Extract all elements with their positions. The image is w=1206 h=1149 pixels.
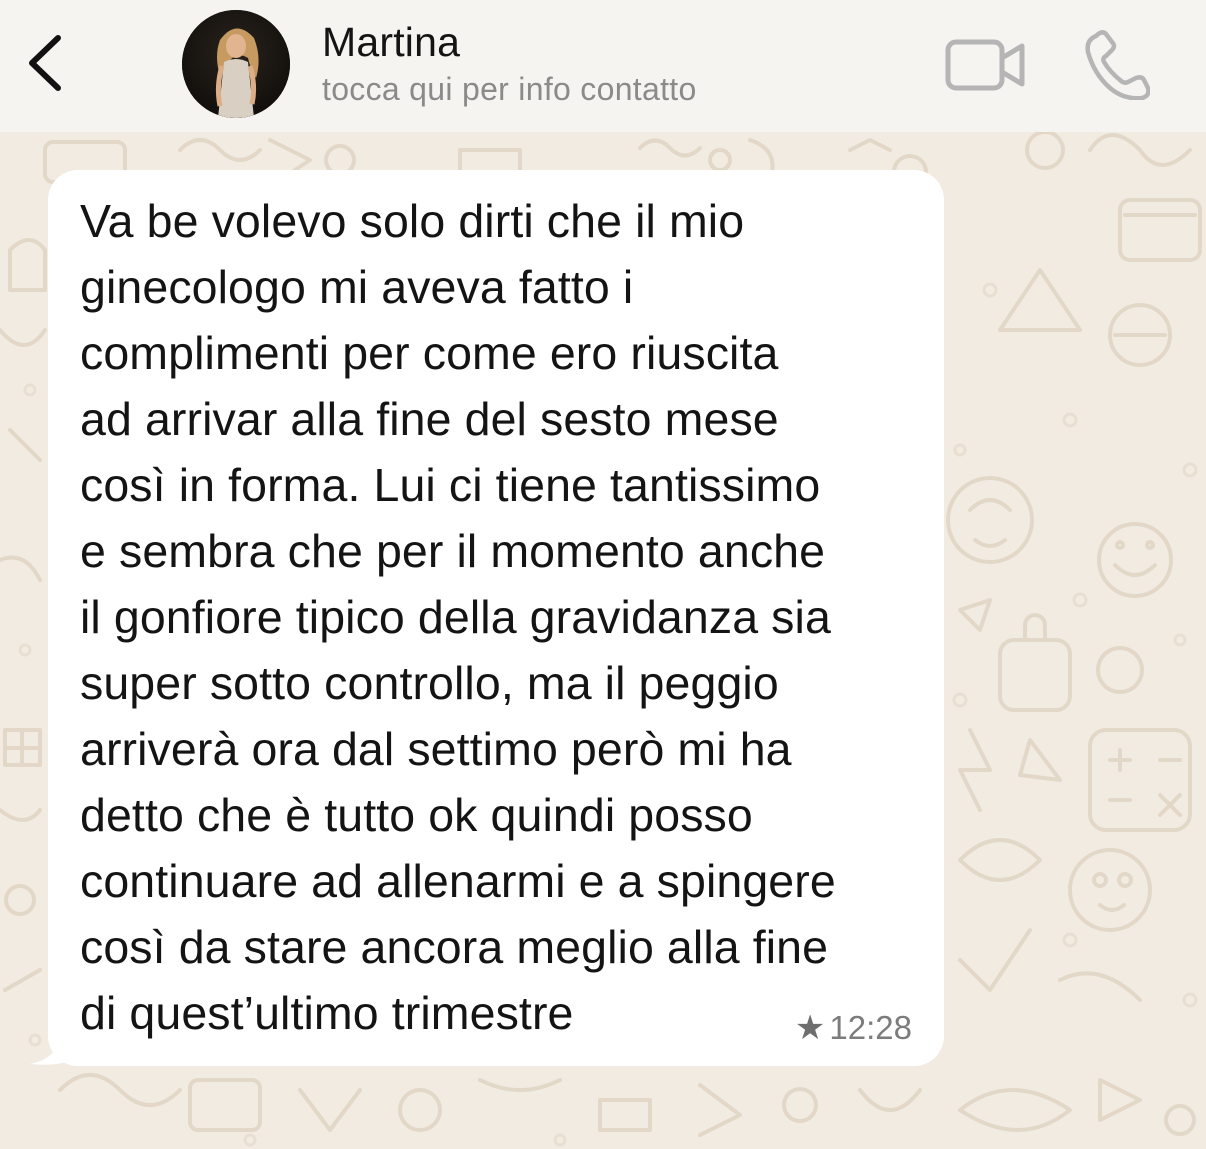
message-text: Va be volevo solo dirti che il mio ginec… <box>80 195 836 1039</box>
starred-icon: ★ <box>794 1009 826 1047</box>
message-time: 12:28 <box>829 1009 912 1046</box>
message-meta: ★ 12:28 <box>795 1008 912 1048</box>
